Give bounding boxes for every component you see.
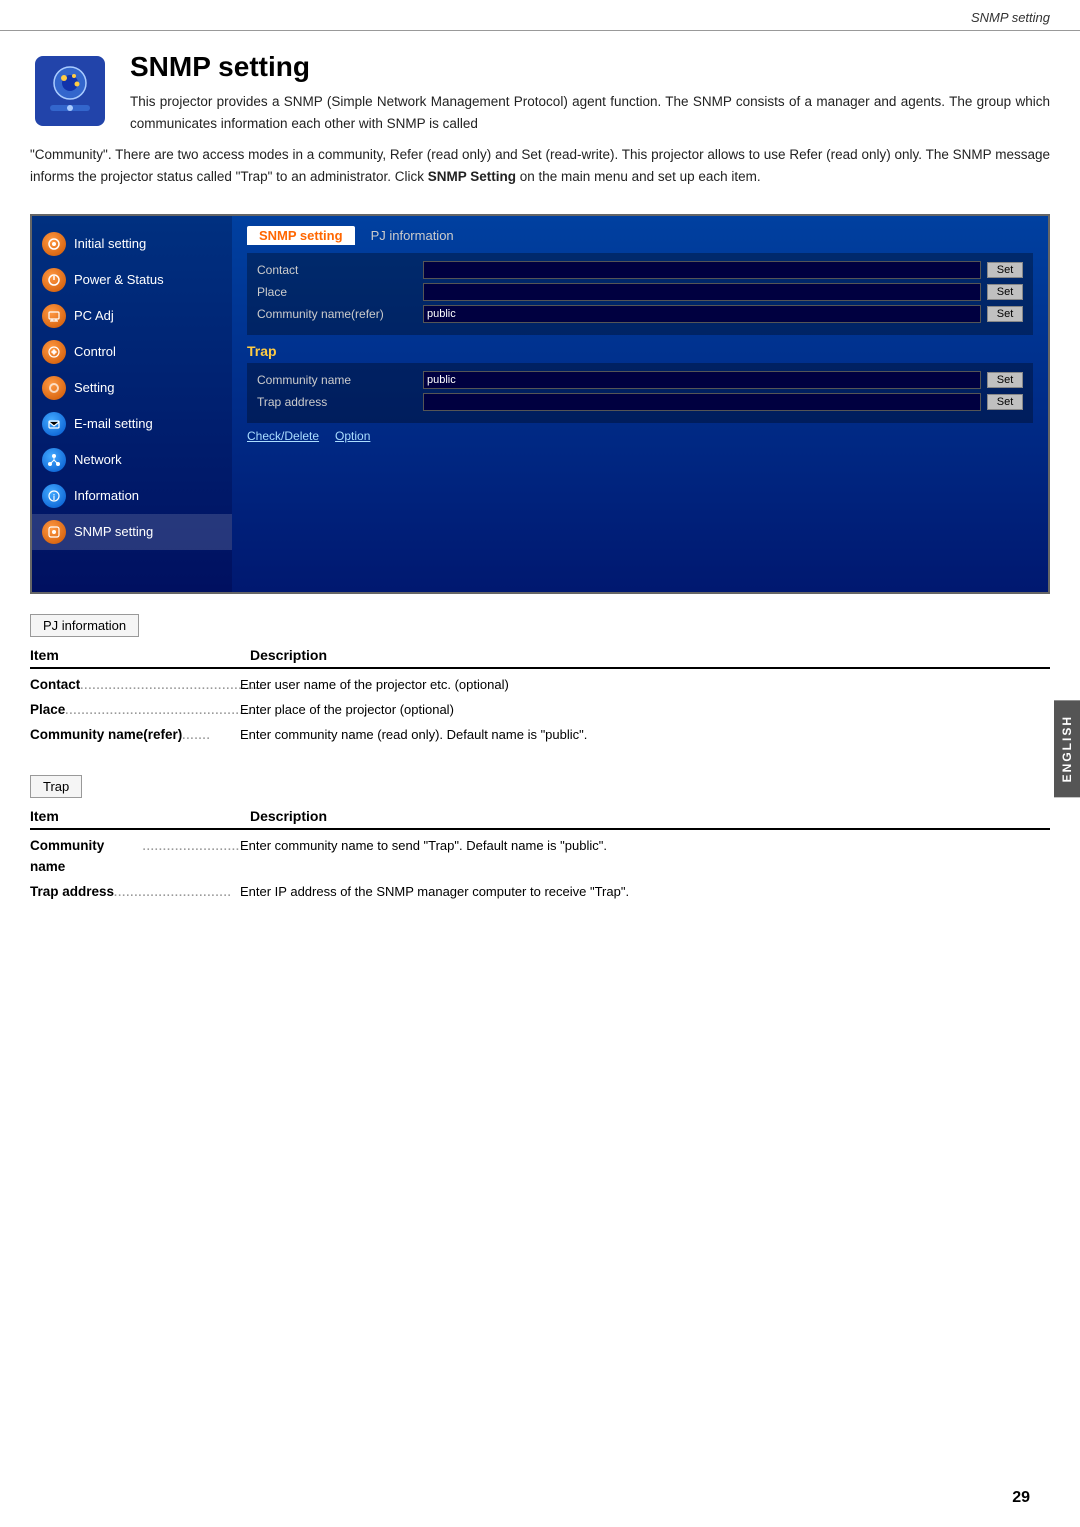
nav-icon-setting	[42, 376, 66, 400]
pj-row-contact: Contact ................................…	[30, 675, 1050, 695]
community-name-set-button[interactable]: Set	[987, 372, 1023, 388]
screenshot-main: SNMP setting PJ information Contact Set …	[232, 216, 1048, 592]
sidebar-nav: Initial setting Power & Status PC Adj Co…	[32, 216, 232, 592]
nav-label-power: Power & Status	[74, 272, 164, 287]
pj-desc-place: Enter place of the projector (optional)	[240, 700, 1050, 720]
pj-table-header: Item Description	[30, 647, 1050, 669]
contact-input[interactable]	[423, 261, 981, 279]
nav-label-control: Control	[74, 344, 116, 359]
pj-desc-community-refer: Enter community name (read only). Defaul…	[240, 725, 1050, 745]
contact-set-button[interactable]: Set	[987, 262, 1023, 278]
community-refer-set-button[interactable]: Set	[987, 306, 1023, 322]
pj-info-tab-label: PJ information	[30, 614, 139, 637]
body-text: "Community". There are two access modes …	[0, 144, 1080, 204]
nav-label-initial: Initial setting	[74, 236, 146, 251]
pj-item-community-refer: Community name(refer) .......	[30, 725, 240, 745]
nav-item-setting[interactable]: Setting	[32, 370, 232, 406]
nav-label-information: Information	[74, 488, 139, 503]
pj-item-header: Item	[30, 647, 250, 663]
pj-desc-header: Description	[250, 647, 1050, 663]
trap-table-header: Item Description	[30, 808, 1050, 830]
community-refer-row: Community name(refer) Set	[257, 305, 1023, 323]
community-name-label: Community name	[257, 373, 417, 387]
nav-icon-pcadj	[42, 304, 66, 328]
community-refer-input[interactable]	[423, 305, 981, 323]
contact-label: Contact	[257, 263, 417, 277]
links-section: Check/Delete Option	[247, 429, 1033, 443]
nav-label-email: E-mail setting	[74, 416, 153, 431]
pj-item-contact: Contact ................................…	[30, 675, 240, 695]
nav-icon-snmp	[42, 520, 66, 544]
place-label: Place	[257, 285, 417, 299]
nav-icon-power	[42, 268, 66, 292]
pj-row-place: Place ..................................…	[30, 700, 1050, 720]
trap-item-community-name: Community name ........................	[30, 836, 240, 877]
community-refer-label: Community name(refer)	[257, 307, 417, 321]
nav-label-setting: Setting	[74, 380, 114, 395]
check-delete-link[interactable]: Check/Delete	[247, 429, 319, 443]
nav-item-initial-setting[interactable]: Initial setting	[32, 226, 232, 262]
tab-pj-info[interactable]: PJ information	[359, 226, 466, 245]
trap-row-community-name: Community name ........................ …	[30, 836, 1050, 877]
pj-desc-contact: Enter user name of the projector etc. (o…	[240, 675, 1050, 695]
trap-desc-community-name: Enter community name to send "Trap". Def…	[240, 836, 1050, 877]
english-tab: ENGLISH	[1054, 700, 1080, 797]
community-name-row: Community name Set	[257, 371, 1023, 389]
nav-label-network: Network	[74, 452, 122, 467]
trap-section: Community name Set Trap address Set	[247, 363, 1033, 423]
nav-icon-control	[42, 340, 66, 364]
nav-item-network[interactable]: Network	[32, 442, 232, 478]
page-title: SNMP setting	[130, 51, 1050, 83]
top-section-label: SNMP setting	[0, 0, 1080, 31]
trap-address-label: Trap address	[257, 395, 417, 409]
pj-item-place: Place ..................................…	[30, 700, 240, 720]
header-content: SNMP setting This projector provides a S…	[130, 51, 1050, 134]
snmp-setting-label: SNMP setting	[971, 10, 1050, 25]
pj-info-table: PJ information Item Description Contact …	[30, 614, 1050, 746]
trap-address-row: Trap address Set	[257, 393, 1023, 411]
nav-icon-initial	[42, 232, 66, 256]
nav-item-information[interactable]: i Information	[32, 478, 232, 514]
option-link[interactable]: Option	[335, 429, 370, 443]
place-set-button[interactable]: Set	[987, 284, 1023, 300]
nav-label-snmp: SNMP setting	[74, 524, 153, 539]
nav-item-email[interactable]: E-mail setting	[32, 406, 232, 442]
snmp-icon	[30, 51, 110, 131]
community-name-input[interactable]	[423, 371, 981, 389]
trap-table: Trap Item Description Community name ...…	[30, 775, 1050, 902]
page-number: 29	[1012, 1489, 1030, 1507]
nav-icon-network	[42, 448, 66, 472]
screenshot-tabs: SNMP setting PJ information	[247, 226, 1033, 245]
trap-address-input[interactable]	[423, 393, 981, 411]
nav-icon-information: i	[42, 484, 66, 508]
contact-row: Contact Set	[257, 261, 1023, 279]
trap-address-set-button[interactable]: Set	[987, 394, 1023, 410]
trap-item-header: Item	[30, 808, 250, 824]
svg-text:i: i	[53, 493, 55, 502]
trap-row-trap-address: Trap address ...........................…	[30, 882, 1050, 902]
trap-desc-trap-address: Enter IP address of the SNMP manager com…	[240, 882, 1050, 902]
place-row: Place Set	[257, 283, 1023, 301]
nav-item-snmp[interactable]: SNMP setting	[32, 514, 232, 550]
header-description: This projector provides a SNMP (Simple N…	[130, 91, 1050, 134]
pj-info-section: Contact Set Place Set Community name(ref…	[247, 253, 1033, 335]
pj-row-community-refer: Community name(refer) ....... Enter comm…	[30, 725, 1050, 745]
screenshot-container: Initial setting Power & Status PC Adj Co…	[30, 214, 1050, 594]
tab-snmp-setting[interactable]: SNMP setting	[247, 226, 355, 245]
trap-desc-header: Description	[250, 808, 1050, 824]
trap-section-title: Trap	[247, 343, 1033, 359]
header-section: SNMP setting This projector provides a S…	[0, 31, 1080, 144]
nav-icon-email	[42, 412, 66, 436]
trap-tab-label: Trap	[30, 775, 82, 798]
nav-item-control[interactable]: Control	[32, 334, 232, 370]
place-input[interactable]	[423, 283, 981, 301]
trap-item-trap-address: Trap address ...........................…	[30, 882, 240, 902]
nav-label-pcadj: PC Adj	[74, 308, 114, 323]
nav-item-pc-adj[interactable]: PC Adj	[32, 298, 232, 334]
nav-item-power-status[interactable]: Power & Status	[32, 262, 232, 298]
